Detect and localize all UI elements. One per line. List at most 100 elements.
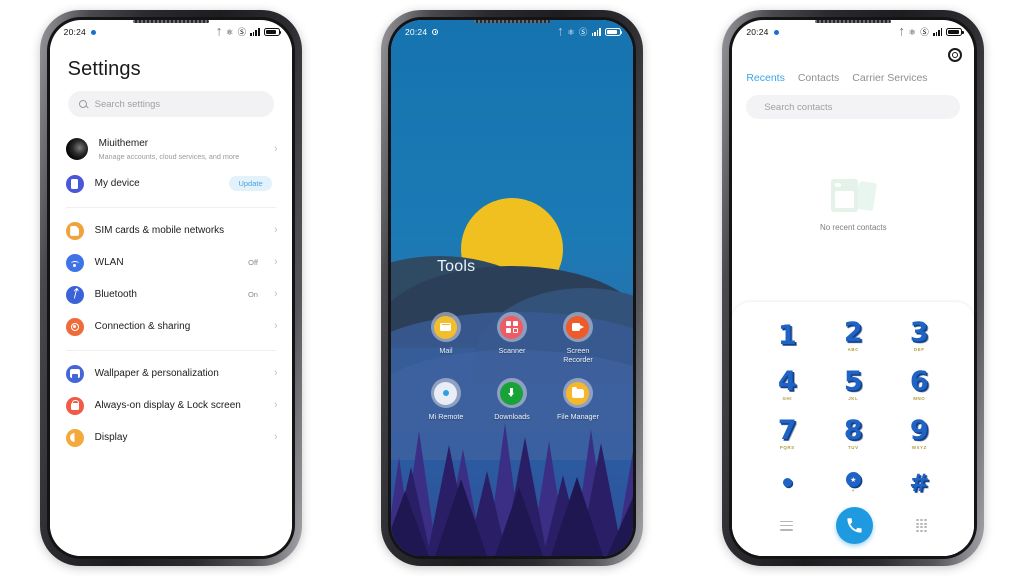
- key-2[interactable]: 2 ABC: [820, 314, 886, 357]
- search-placeholder: Search settings: [94, 98, 161, 110]
- bluetooth-icon: ᛏ: [65, 285, 84, 304]
- phone-dialer: 20:24 ᛏ ⚛ Ⓢ Recents Contacts Carrier Ser…: [722, 10, 985, 566]
- icon-ring: [496, 312, 527, 342]
- keypad-icon[interactable]: [915, 519, 927, 532]
- app-icon-downloads[interactable]: Downloads: [479, 378, 545, 421]
- status-time: 20:24: [746, 27, 769, 37]
- key-number: 8: [843, 415, 863, 446]
- vpn-off-icon: ⚛: [225, 26, 234, 37]
- sidebar-item-always-on-display[interactable]: Always-on display & Lock screen ›: [50, 390, 292, 422]
- key-7[interactable]: 7 PQRS: [754, 412, 820, 455]
- key-6[interactable]: 6 MNO: [886, 363, 952, 406]
- sidebar-item-wallpaper[interactable]: Wallpaper & personalization ›: [50, 358, 292, 390]
- dnd-icon: Ⓢ: [578, 26, 588, 37]
- key-letters: GHI: [782, 396, 793, 401]
- key-8[interactable]: 8 TUV: [820, 412, 886, 455]
- sidebar-item-label: Bluetooth: [94, 288, 137, 300]
- keypad: 1 2 ABC 3 DEF 4 GHI 5 JKL 6 MNO 7 PQRS 8…: [732, 302, 975, 556]
- key-number: 5: [843, 366, 863, 397]
- key-5[interactable]: 5 JKL: [820, 363, 886, 406]
- key-3[interactable]: 3 DEF: [886, 314, 952, 357]
- key-1[interactable]: 1: [754, 314, 820, 357]
- account-text: Miuithemer Manage accounts, cloud servic…: [99, 138, 263, 161]
- sidebar-item-connection-sharing[interactable]: Connection & sharing ›: [50, 311, 292, 343]
- app-label: Downloads: [494, 412, 530, 421]
- chevron-right-icon: ›: [273, 367, 278, 380]
- sidebar-item-value: Off: [248, 258, 258, 268]
- key-letters: PQRS: [779, 445, 795, 450]
- phone-icon: [65, 174, 84, 193]
- key-star-glyph: [782, 478, 792, 487]
- key-0[interactable]: ★ +: [820, 461, 886, 504]
- keypad-grid: 1 2 ABC 3 DEF 4 GHI 5 JKL 6 MNO 7 PQRS 8…: [732, 314, 974, 504]
- battery-icon: [604, 28, 623, 36]
- chevron-right-icon: ›: [273, 142, 278, 155]
- app-icon-file-manager[interactable]: File Manager: [545, 378, 611, 421]
- sidebar-item-account[interactable]: Miuithemer Manage accounts, cloud servic…: [50, 131, 292, 168]
- app-icon-screen-recorder[interactable]: Screen Recorder: [545, 312, 611, 364]
- tab-recents[interactable]: Recents: [746, 72, 785, 84]
- screenshot-stage: 20:24 ᛏ ⚛ Ⓢ Settings Search settings Miu…: [0, 0, 1024, 576]
- search-input[interactable]: Search settings: [67, 91, 274, 117]
- mail-icon: [434, 315, 458, 339]
- key-letters: JKL: [848, 396, 859, 401]
- empty-contacts-icon: [831, 176, 878, 216]
- status-time: 20:24: [63, 27, 86, 37]
- status-bar-right: ᛏ ⚛ Ⓢ: [558, 26, 623, 37]
- search-input[interactable]: Search contacts: [746, 95, 961, 119]
- status-bar: 20:24 ᛏ ⚛ Ⓢ: [50, 20, 292, 44]
- battery-icon: [263, 28, 282, 36]
- app-icon-scanner[interactable]: Scanner: [479, 312, 545, 364]
- status-badge[interactable]: Update: [229, 176, 272, 192]
- battery-icon: [946, 28, 964, 36]
- search-placeholder: Search contacts: [764, 101, 833, 113]
- notification-dot-icon: [773, 29, 779, 35]
- tab-contacts[interactable]: Contacts: [798, 72, 839, 84]
- sidebar-item-label: Wallpaper & personalization: [94, 367, 219, 379]
- sidebar-item-label: WLAN: [94, 256, 124, 268]
- icon-ring: [496, 378, 527, 408]
- divider: [65, 206, 276, 208]
- app-icon-mi-remote[interactable]: Mi Remote: [413, 378, 479, 421]
- key-9[interactable]: 9 WXYZ: [886, 412, 952, 455]
- dialer-bottom-bar: [732, 504, 974, 556]
- dnd-icon: Ⓢ: [237, 26, 247, 37]
- sidebar-item-display[interactable]: Display ›: [50, 422, 292, 454]
- screen-settings: 20:24 ᛏ ⚛ Ⓢ Settings Search settings Miu…: [49, 20, 292, 556]
- key-hash[interactable]: #: [886, 461, 952, 504]
- phone-bezel: 20:24 ᛏ ⚛ Ⓢ Recents Contacts Carrier Ser…: [729, 17, 978, 559]
- sidebar-item-bluetooth[interactable]: ᛏ Bluetooth On ›: [50, 279, 292, 311]
- icon-ring: [562, 378, 593, 408]
- app-label: Mail: [439, 346, 453, 355]
- phone-bezel: 20:24 ᛏ ⚛ Ⓢ Tools Mail Scanner Screen Re…: [387, 17, 636, 559]
- key-number: 6: [909, 366, 929, 397]
- key-star[interactable]: [754, 461, 820, 504]
- sidebar-item-wlan[interactable]: WLAN Off ›: [50, 247, 292, 279]
- screen-dialer: 20:24 ᛏ ⚛ Ⓢ Recents Contacts Carrier Ser…: [732, 20, 975, 556]
- sidebar-item-label: Connection & sharing: [94, 320, 191, 332]
- sidebar-item-sim-cards[interactable]: SIM cards & mobile networks ›: [50, 215, 292, 247]
- mi-remote-icon: [434, 381, 458, 405]
- screen-home: 20:24 ᛏ ⚛ Ⓢ Tools Mail Scanner Screen Re…: [390, 20, 633, 556]
- signal-icon: [250, 28, 260, 36]
- menu-icon[interactable]: [779, 520, 793, 531]
- phone-bezel: 20:24 ᛏ ⚛ Ⓢ Settings Search settings Miu…: [46, 17, 295, 559]
- key-4[interactable]: 4 GHI: [754, 363, 820, 406]
- app-label: Screen Recorder: [563, 346, 593, 364]
- bluetooth-icon: ᛏ: [216, 26, 222, 37]
- sidebar-item-label: Display: [94, 431, 128, 443]
- status-bar-right: ᛏ ⚛ Ⓢ: [216, 26, 282, 37]
- key-letters: WXYZ: [911, 445, 927, 450]
- call-button[interactable]: [835, 507, 873, 544]
- downloads-icon: [500, 381, 524, 405]
- icon-ring: [562, 312, 593, 342]
- account-subtitle: Manage accounts, cloud services, and mor…: [98, 151, 240, 161]
- chevron-right-icon: ›: [273, 256, 278, 269]
- sidebar-item-my-device[interactable]: My device Update: [50, 168, 292, 200]
- icon-ring: [430, 378, 461, 408]
- app-icon-mail[interactable]: Mail: [413, 312, 479, 364]
- share-icon: [65, 317, 84, 336]
- tab-carrier-services[interactable]: Carrier Services: [852, 72, 927, 84]
- chevron-right-icon: ›: [273, 320, 278, 333]
- home-wallpaper: 20:24 ᛏ ⚛ Ⓢ Tools Mail Scanner Screen Re…: [390, 20, 633, 556]
